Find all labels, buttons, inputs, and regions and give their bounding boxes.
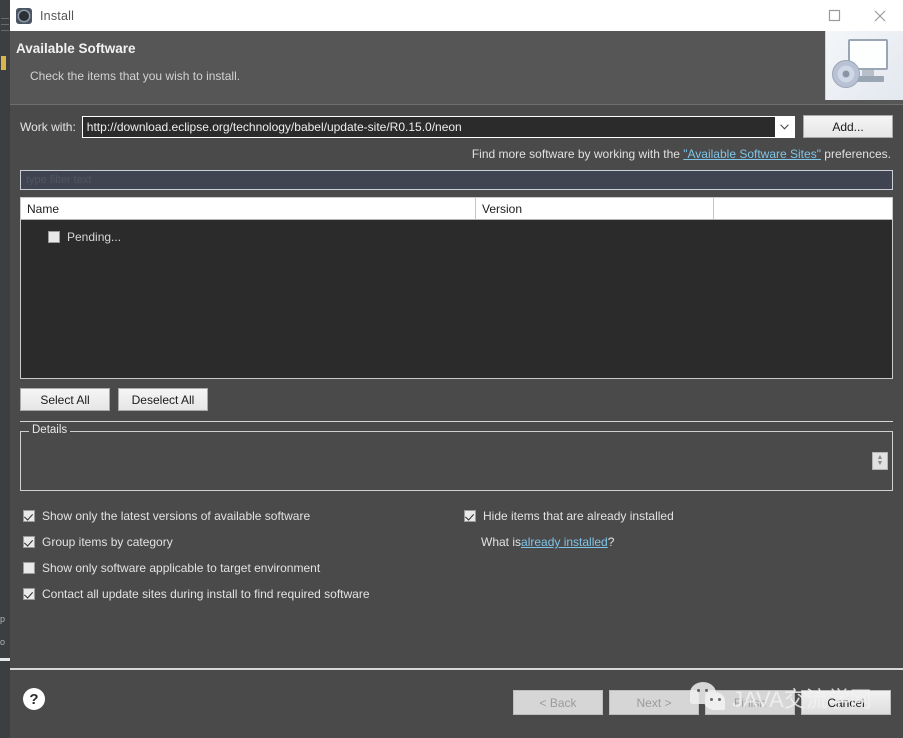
option-group-by-category[interactable]: Group items by category xyxy=(23,529,463,555)
work-with-label: Work with: xyxy=(20,119,76,134)
selection-buttons: Select All Deselect All xyxy=(20,388,893,411)
finish-button[interactable]: Finish xyxy=(705,690,795,715)
column-header-version[interactable]: Version xyxy=(476,198,714,219)
filter-input[interactable]: type filter text xyxy=(20,170,893,190)
checkbox-target-environment[interactable] xyxy=(23,562,35,574)
options-area: Show only the latest versions of availab… xyxy=(20,503,893,601)
what-is-already-installed: What is already installed? xyxy=(464,529,903,555)
option-target-environment[interactable]: Show only software applicable to target … xyxy=(23,555,463,581)
options-right-column: Hide items that are already installed Wh… xyxy=(464,503,903,555)
screenshot-root: p o Install Available Software Check the… xyxy=(0,0,903,738)
page-subtitle: Check the items that you wish to install… xyxy=(30,69,241,83)
wizard-buttons: < Back Next > Finish Cancel xyxy=(513,690,891,715)
option-latest-versions[interactable]: Show only the latest versions of availab… xyxy=(23,503,463,529)
row-name-cell: Pending... xyxy=(67,230,122,244)
background-text-2: o xyxy=(0,637,6,647)
details-group: Details ▲ ▼ xyxy=(20,424,893,491)
window-controls xyxy=(811,0,903,31)
checkbox-hide-installed[interactable] xyxy=(464,510,476,522)
close-button[interactable] xyxy=(857,0,903,31)
option-label: Group items by category xyxy=(42,535,173,549)
option-label: Show only the latest versions of availab… xyxy=(42,509,311,523)
table-body: Pending... xyxy=(21,220,892,378)
work-with-input[interactable]: http://download.eclipse.org/technology/b… xyxy=(83,120,775,134)
find-more-prefix: Find more software by working with the xyxy=(471,147,684,161)
spinner-up-down-icon[interactable]: ▲ ▼ xyxy=(872,452,888,470)
option-label: Hide items that are already installed xyxy=(483,509,674,523)
software-table: Name Version Pending... xyxy=(20,197,893,379)
page-banner: Available Software Check the items that … xyxy=(10,31,903,105)
what-is-prefix: What is xyxy=(481,535,522,549)
find-more-software-text: Find more software by working with the "… xyxy=(20,147,893,161)
available-software-sites-link[interactable]: "Available Software Sites" xyxy=(683,147,821,161)
next-button[interactable]: Next > xyxy=(609,690,699,715)
back-button[interactable]: < Back xyxy=(513,690,603,715)
column-header-name[interactable]: Name xyxy=(21,198,476,219)
deselect-all-button[interactable]: Deselect All xyxy=(118,388,208,411)
filter-placeholder: type filter text xyxy=(26,174,92,186)
checkbox-contact-all-sites[interactable] xyxy=(23,588,35,600)
checkbox-latest-versions[interactable] xyxy=(23,510,35,522)
add-site-button[interactable]: Add... xyxy=(803,115,893,138)
find-more-suffix: preferences. xyxy=(820,147,891,161)
page-title: Available Software xyxy=(16,41,136,56)
checkbox-group-by-category[interactable] xyxy=(23,536,35,548)
table-row[interactable]: Pending... xyxy=(21,228,892,246)
dialog-footer: ? < Back Next > Finish Cancel xyxy=(10,668,903,738)
work-with-combo[interactable]: http://download.eclipse.org/technology/b… xyxy=(81,115,795,138)
separator xyxy=(20,421,893,422)
chevron-down-icon[interactable] xyxy=(775,116,794,137)
maximize-icon xyxy=(828,9,840,22)
title-bar: Install xyxy=(10,0,903,31)
option-label: Contact all update sites during install … xyxy=(42,587,370,601)
already-installed-link[interactable]: already installed xyxy=(521,535,608,549)
work-with-row: Work with: http://download.eclipse.org/t… xyxy=(20,115,893,138)
column-header-blank[interactable] xyxy=(714,198,892,219)
row-checkbox[interactable] xyxy=(48,231,60,243)
option-hide-installed[interactable]: Hide items that are already installed xyxy=(464,503,903,529)
what-is-suffix: ? xyxy=(607,535,615,549)
window-title: Install xyxy=(40,8,75,23)
cancel-button[interactable]: Cancel xyxy=(801,690,891,715)
dialog-body: Work with: http://download.eclipse.org/t… xyxy=(10,105,903,668)
details-legend: Details xyxy=(29,424,71,436)
options-left-column: Show only the latest versions of availab… xyxy=(23,503,463,607)
install-gear-icon xyxy=(16,7,32,24)
background-window-strip: p o xyxy=(0,0,10,738)
maximize-button[interactable] xyxy=(811,0,857,31)
select-all-button[interactable]: Select All xyxy=(20,388,110,411)
help-question-icon[interactable]: ? xyxy=(23,688,45,710)
background-text-1: p xyxy=(0,614,6,624)
install-dialog: Install Available Software Check the ite… xyxy=(10,0,903,738)
option-label: Show only software applicable to target … xyxy=(42,561,321,575)
close-icon xyxy=(874,10,886,21)
option-contact-all-sites[interactable]: Contact all update sites during install … xyxy=(23,581,463,607)
computer-disc-icon xyxy=(825,31,903,100)
table-header: Name Version xyxy=(21,198,892,220)
